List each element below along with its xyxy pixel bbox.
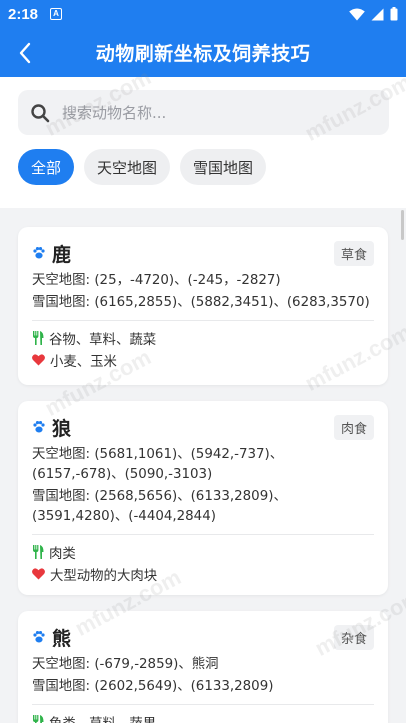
paw-icon (33, 421, 45, 433)
search-icon (31, 103, 50, 122)
fork-knife-icon (33, 545, 44, 559)
favorite-text: 大型动物的大肉块 (50, 569, 158, 584)
diet-badge: 肉食 (333, 414, 374, 440)
food-text: 肉类 (49, 547, 76, 562)
divider (32, 704, 374, 705)
status-bar: 2:18 A (0, 0, 406, 28)
animal-card[interactable]: 鹿 草食 天空地图: (25，-4720)、(-245，-2827) 雪国地图:… (18, 227, 388, 385)
battery-icon (390, 7, 398, 21)
animal-card[interactable]: 熊 杂食 天空地图: (-679,-2859)、熊洞 雪国地图: (2602,5… (18, 611, 388, 723)
notification-app-icon: A (50, 8, 63, 20)
sky-map-coords: 天空地图: (25，-4720)、(-245，-2827) (32, 273, 281, 288)
page-title: 动物刷新坐标及饲养技巧 (95, 43, 311, 65)
back-button[interactable] (10, 38, 40, 68)
chevron-left-icon (19, 42, 31, 64)
signal-icon (371, 8, 384, 20)
filter-chip-all[interactable]: 全部 (18, 149, 75, 185)
filter-chip-sky-map[interactable]: 天空地图 (84, 149, 171, 185)
favorite-text: 小麦、玉米 (50, 355, 117, 370)
animal-list: 鹿 草食 天空地图: (25，-4720)、(-245，-2827) 雪国地图:… (0, 208, 406, 723)
heart-icon (32, 568, 45, 580)
app-header: 动物刷新坐标及饲养技巧 (0, 28, 406, 77)
sky-map-coords: 天空地图: (5681,1061)、(5942,-737)、(6157,-678… (32, 447, 284, 482)
animal-card[interactable]: 狼 肉食 天空地图: (5681,1061)、(5942,-737)、(6157… (18, 401, 388, 595)
sky-map-coords: 天空地图: (-679,-2859)、熊洞 (32, 657, 219, 672)
food-text: 谷物、草料、蔬菜 (49, 333, 157, 348)
snow-map-coords: 雪国地图: (6165,2855)、(5882,3451)、(6283,3570… (32, 295, 370, 310)
fork-knife-icon (33, 331, 44, 345)
snow-map-coords: 雪国地图: (2568,5656)、(6133,2809)、(3591,4280… (32, 489, 287, 524)
heart-icon (32, 354, 45, 366)
search-input[interactable] (62, 103, 362, 122)
filter-chips: 全部 天空地图 雪国地图 (18, 149, 267, 185)
fork-knife-icon (33, 715, 44, 723)
wifi-icon (349, 8, 365, 20)
food-text: 鱼类、草料、蔬果 (49, 712, 156, 723)
paw-icon (33, 631, 45, 643)
filter-chip-snow-map[interactable]: 雪国地图 (180, 149, 267, 185)
animal-name: 熊 (52, 627, 72, 650)
divider (32, 534, 374, 535)
divider (32, 320, 374, 321)
paw-icon (33, 247, 45, 259)
animal-name: 狼 (52, 417, 72, 440)
animal-name: 鹿 (52, 243, 72, 266)
food-row: 肉类 (32, 541, 374, 563)
snow-map-coords: 雪国地图: (2602,5649)、(6133,2809) (32, 679, 274, 694)
favorite-row: 大型动物的大肉块 (32, 563, 374, 585)
diet-badge: 草食 (333, 240, 374, 266)
search-panel: 全部 天空地图 雪国地图 (0, 77, 406, 208)
status-time: 2:18 (8, 5, 39, 23)
food-row: 鱼类、草料、蔬果 (32, 711, 374, 723)
search-box[interactable] (18, 90, 389, 135)
diet-badge: 杂食 (333, 624, 374, 650)
food-row: 谷物、草料、蔬菜 (32, 327, 374, 349)
status-icons (349, 7, 398, 21)
scrollbar[interactable] (401, 210, 404, 240)
favorite-row: 小麦、玉米 (32, 349, 374, 371)
